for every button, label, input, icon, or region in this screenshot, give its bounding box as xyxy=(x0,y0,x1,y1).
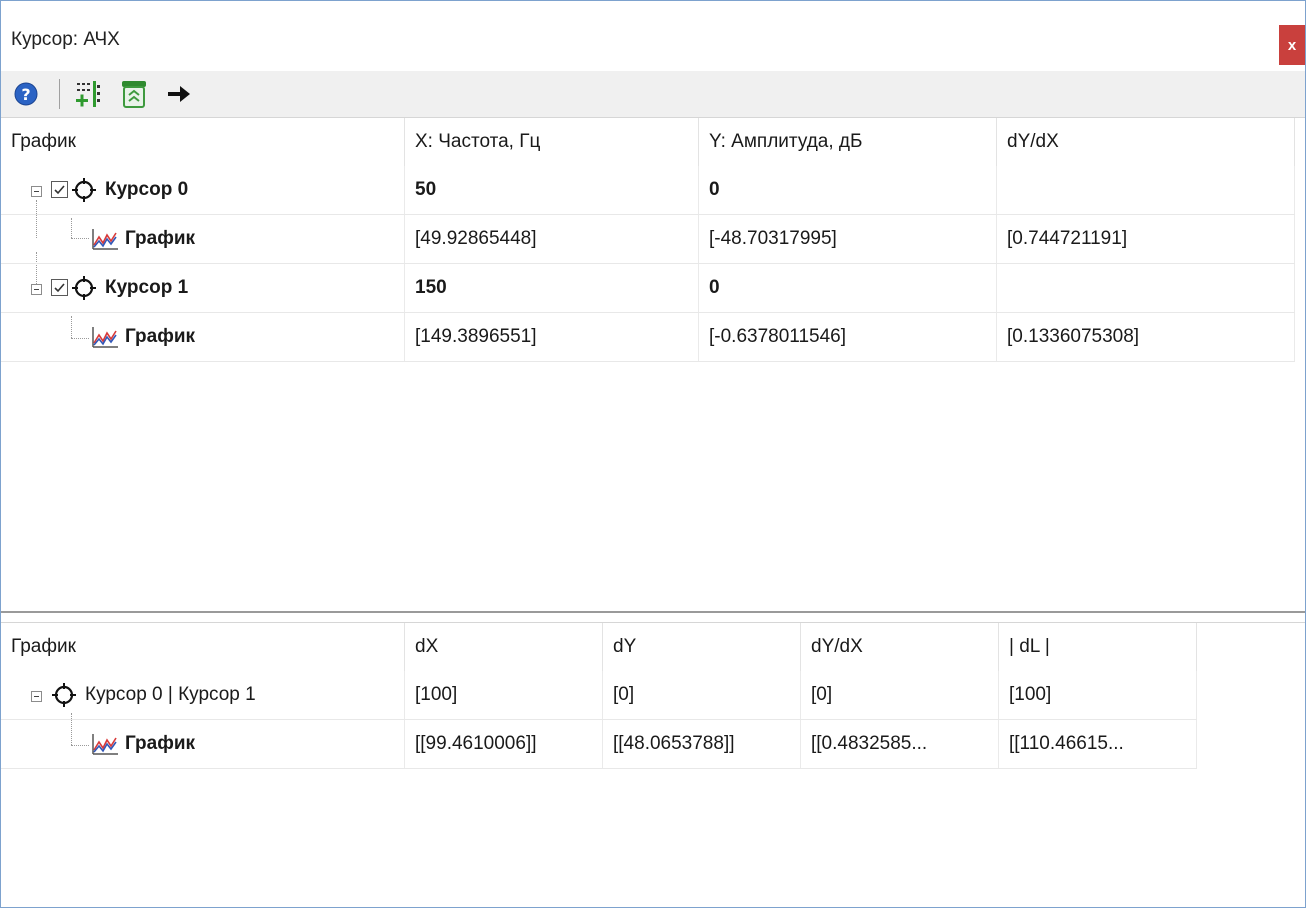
add-cursor-button[interactable] xyxy=(75,78,105,110)
go-to-button[interactable] xyxy=(165,78,195,110)
add-cursor-icon xyxy=(76,81,100,107)
dydx-value xyxy=(997,264,1295,312)
dydx-value xyxy=(997,166,1295,214)
dy-value: [0] xyxy=(603,671,801,719)
cursor-visible-checkbox[interactable] xyxy=(51,181,68,198)
graph-label: График xyxy=(125,733,196,754)
graph-cell: Курсор 1 xyxy=(1,264,405,312)
cursor-pair-label: Курсор 0 | Курсор 1 xyxy=(85,684,256,705)
svg-text:?: ? xyxy=(21,85,30,104)
cursor-values-table: График X: Частота, Гц Y: Амплитуда, дБ d… xyxy=(1,118,1305,611)
table-row[interactable]: График [49.92865448] [-48.70317995] [0.7… xyxy=(1,215,1295,264)
help-button[interactable]: ? xyxy=(13,78,43,110)
graph-cell: График xyxy=(1,215,405,263)
y-value: [-0.6378011546] xyxy=(699,313,997,361)
graph-icon xyxy=(92,734,118,755)
crosshair-icon xyxy=(72,178,96,202)
y-value: [-48.70317995] xyxy=(699,215,997,263)
collapse-toggle[interactable] xyxy=(31,691,42,702)
y-value[interactable]: 0 xyxy=(699,264,997,312)
column-header-dydx[interactable]: dY/dX xyxy=(801,623,999,671)
column-header-graph[interactable]: График xyxy=(1,118,405,166)
toolbar: ? xyxy=(1,71,1305,118)
close-button[interactable]: x xyxy=(1279,25,1305,65)
x-value[interactable]: 150 xyxy=(405,264,699,312)
column-header-dydx[interactable]: dY/dX xyxy=(997,118,1295,166)
cursor-label: Курсор 1 xyxy=(105,277,189,298)
dydx-value: [[0.4832585... xyxy=(801,720,999,768)
cursor-delta-table: График dX dY dY/dX | dL | Курсор 0 | Кур… xyxy=(1,623,1305,907)
toolbar-separator xyxy=(59,79,60,109)
crosshair-icon xyxy=(72,276,96,300)
dydx-value: [0.744721191] xyxy=(997,215,1295,263)
dy-value: [[48.0653788]] xyxy=(603,720,801,768)
table-row[interactable]: График [149.3896551] [-0.6378011546] [0.… xyxy=(1,313,1295,362)
check-icon xyxy=(54,283,65,293)
table-row[interactable]: Курсор 0 | Курсор 1 [100] [0] [0] [100] xyxy=(1,671,1197,720)
graph-cell: График xyxy=(1,720,405,768)
dl-value: [100] xyxy=(999,671,1197,719)
graph-icon xyxy=(92,229,118,250)
graph-cell: График xyxy=(1,313,405,361)
dx-value: [100] xyxy=(405,671,603,719)
graph-cell: Курсор 0 xyxy=(1,166,405,214)
trash-icon xyxy=(122,81,146,108)
column-header-graph[interactable]: График xyxy=(1,623,405,671)
x-value: [149.3896551] xyxy=(405,313,699,361)
table-row[interactable]: График [[99.4610006]] [[48.0653788]] [[0… xyxy=(1,720,1197,769)
column-header-x[interactable]: X: Частота, Гц xyxy=(405,118,699,166)
title-bar: Курсор: АЧХ x xyxy=(1,1,1305,71)
dx-value: [[99.4610006]] xyxy=(405,720,603,768)
collapse-toggle[interactable] xyxy=(31,284,42,295)
collapse-toggle[interactable] xyxy=(31,186,42,197)
arrow-right-icon xyxy=(168,86,190,102)
cursor-visible-checkbox[interactable] xyxy=(51,279,68,296)
dl-value: [[110.46615... xyxy=(999,720,1197,768)
cursor-window: Курсор: АЧХ x ? График X: Частота, Гц Y:… xyxy=(0,0,1306,908)
graph-cell: Курсор 0 | Курсор 1 xyxy=(1,671,405,719)
column-header-dl[interactable]: | dL | xyxy=(999,623,1197,671)
help-icon: ? xyxy=(14,82,38,106)
table-row[interactable]: Курсор 0 50 0 xyxy=(1,166,1295,215)
dydx-value: [0.1336075308] xyxy=(997,313,1295,361)
graph-label: График xyxy=(125,228,196,249)
x-value[interactable]: 50 xyxy=(405,166,699,214)
column-header-dx[interactable]: dX xyxy=(405,623,603,671)
pane-splitter[interactable] xyxy=(1,611,1305,623)
dydx-value: [0] xyxy=(801,671,999,719)
crosshair-icon xyxy=(52,683,76,707)
table-row[interactable]: Курсор 1 150 0 xyxy=(1,264,1295,313)
x-value: [49.92865448] xyxy=(405,215,699,263)
y-value[interactable]: 0 xyxy=(699,166,997,214)
column-header-y[interactable]: Y: Амплитуда, дБ xyxy=(699,118,997,166)
column-header-dy[interactable]: dY xyxy=(603,623,801,671)
cursor-label: Курсор 0 xyxy=(105,179,189,200)
window-title: Курсор: АЧХ xyxy=(11,29,120,50)
graph-label: График xyxy=(125,326,196,347)
graph-icon xyxy=(92,327,118,348)
check-icon xyxy=(54,185,65,195)
delete-cursor-button[interactable] xyxy=(119,78,149,110)
